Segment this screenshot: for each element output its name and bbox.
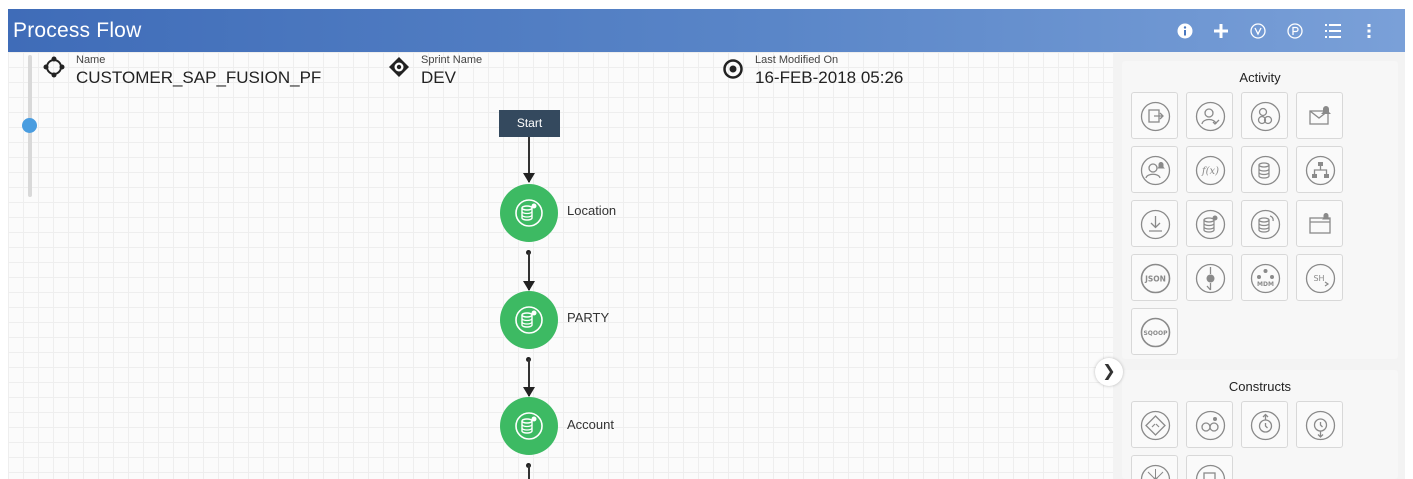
mdm-icon[interactable]: MDM	[1241, 254, 1288, 301]
flow-canvas[interactable]: Name CUSTOMER_SAP_FUSION_PF Sprint Name …	[8, 52, 1113, 479]
sqoop-icon[interactable]: SQOOP	[1131, 308, 1178, 355]
connector	[528, 465, 530, 479]
flow-node-party[interactable]	[500, 291, 558, 349]
download-icon[interactable]	[1131, 200, 1178, 247]
zoom-handle[interactable]	[22, 118, 37, 133]
flow-node-location[interactable]	[500, 184, 558, 242]
arrow-icon	[523, 173, 535, 183]
shell-icon[interactable]: SH	[1296, 254, 1343, 301]
process-flow-icon	[43, 56, 65, 78]
svg-text:f(x): f(x)	[1201, 166, 1219, 177]
email-alert-icon[interactable]	[1296, 92, 1343, 139]
database-icon	[515, 199, 543, 227]
modified-value: 16-FEB-2018 05:26	[755, 68, 904, 87]
plus-icon[interactable]	[1212, 22, 1230, 40]
sprint-label: Sprint Name	[421, 54, 483, 66]
flow-node-label: PARTY	[567, 310, 610, 325]
mdm-text: MDM	[1257, 281, 1274, 288]
database-icon	[515, 306, 543, 334]
function-icon[interactable]: f(x)	[1186, 146, 1233, 193]
timer-icon[interactable]	[1241, 401, 1288, 448]
wait-icon[interactable]	[1296, 401, 1343, 448]
flow-node-account[interactable]	[500, 397, 558, 455]
collapse-palette-button[interactable]: ❯	[1095, 358, 1123, 386]
window-alert-icon[interactable]	[1296, 200, 1343, 247]
flow-node-label: Account	[567, 417, 614, 432]
start-node[interactable]: Start	[499, 110, 560, 137]
name-value: CUSTOMER_SAP_FUSION_PF	[76, 68, 322, 87]
more-vertical-icon[interactable]	[1360, 22, 1378, 40]
sprint-value: DEV	[421, 68, 456, 87]
p-circle-icon[interactable]	[1286, 22, 1304, 40]
flow-node-label: Location	[567, 203, 617, 218]
chevron-right-icon: ❯	[1102, 363, 1116, 380]
shell-text: SH	[1313, 274, 1324, 283]
user-check-icon[interactable]	[1186, 92, 1233, 139]
database-copy-icon[interactable]	[1241, 146, 1288, 193]
v-circle-icon[interactable]	[1249, 22, 1267, 40]
name-label: Name	[76, 54, 106, 66]
json-icon[interactable]: JSON	[1131, 254, 1178, 301]
decision-icon[interactable]	[1131, 401, 1178, 448]
file-import-icon[interactable]	[1131, 92, 1178, 139]
database-refresh-icon[interactable]	[1241, 200, 1288, 247]
constructs-title: Constructs	[1228, 379, 1292, 394]
arrow-icon	[523, 281, 535, 291]
sqoop-text: SQOOP	[1143, 330, 1168, 337]
end-icon[interactable]	[1186, 455, 1233, 479]
activity-section: Activity f(x) JSON MDM SH SQOOP	[1122, 61, 1398, 359]
palette-panel: Activity f(x) JSON MDM SH SQOOP Construc…	[1113, 52, 1405, 479]
users-check-icon[interactable]	[1241, 92, 1288, 139]
list-icon[interactable]	[1324, 22, 1342, 40]
page-title: Process Flow	[13, 19, 142, 42]
script-icon[interactable]	[1186, 254, 1233, 301]
modified-label: Last Modified On	[755, 54, 839, 66]
loop-icon[interactable]	[1186, 401, 1233, 448]
target-icon	[723, 59, 743, 79]
fork-icon[interactable]	[1131, 455, 1178, 479]
user-alert-icon[interactable]	[1131, 146, 1178, 193]
json-text: JSON	[1144, 275, 1166, 284]
process-flow-app: Process Flow Name CUSTOMER_SAP_FUSION_PF…	[8, 9, 1405, 479]
info-icon[interactable]	[1176, 22, 1194, 40]
database-icon	[515, 412, 543, 440]
sprint-icon	[389, 57, 409, 77]
arrow-icon	[523, 387, 535, 397]
constructs-section: Constructs	[1122, 370, 1398, 479]
title-bar: Process Flow	[8, 9, 1405, 52]
hierarchy-icon[interactable]	[1296, 146, 1343, 193]
activity-title: Activity	[1239, 70, 1281, 85]
database-alert-icon[interactable]	[1186, 200, 1233, 247]
